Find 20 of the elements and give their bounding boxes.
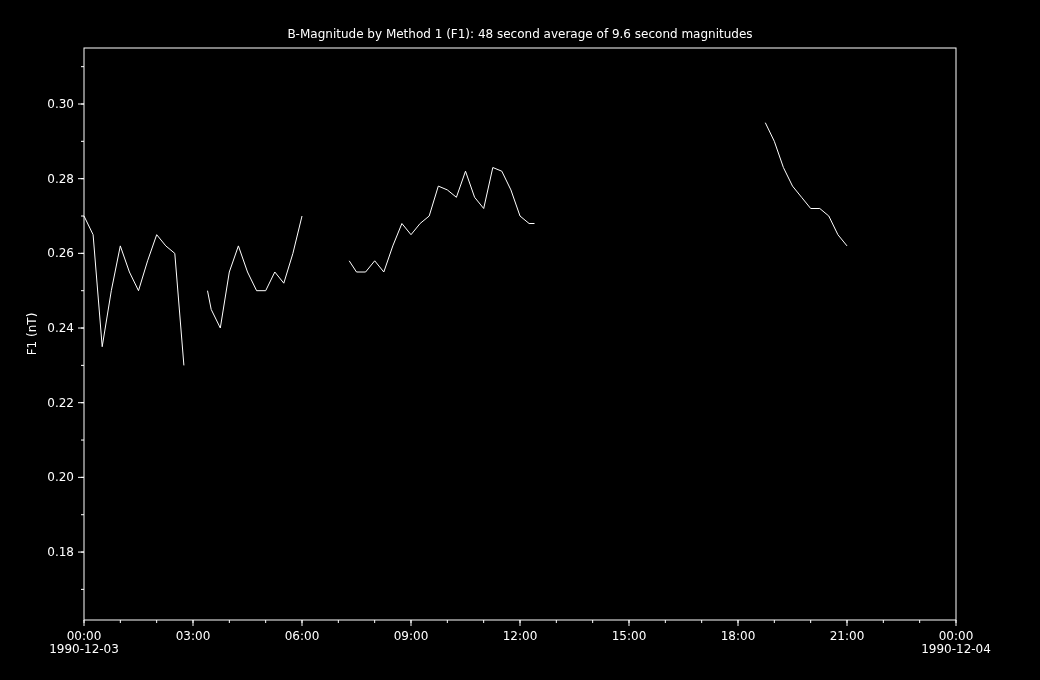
x-tick-label: 18:00 xyxy=(720,629,756,643)
y-tick-label: 0.24 xyxy=(47,321,74,336)
y-tick-label: 0.26 xyxy=(47,246,74,261)
date-label: 1990-12-03 xyxy=(49,642,119,656)
x-tick-label: 15:00 xyxy=(611,629,647,643)
y-tick-label: 0.30 xyxy=(47,97,74,111)
x-tick-label: 00:00 xyxy=(938,629,974,643)
x-tick-label: 03:00 xyxy=(175,629,211,643)
y-axis-label: F1 (nT) xyxy=(25,312,39,356)
y-tick-label: 0.20 xyxy=(47,470,74,485)
x-tick-label: 09:00 xyxy=(393,629,429,643)
x-tick-label: 21:00 xyxy=(829,629,865,643)
x-tick-label: 00:00 xyxy=(66,629,102,643)
chart-title: B-Magnitude by Method 1 (F1): 48 second average of 9.6 second magnitudes xyxy=(287,27,753,41)
x-tick-label: 12:00 xyxy=(502,629,538,643)
y-tick-label: 0.28 xyxy=(47,171,74,186)
y-tick-label: 0.22 xyxy=(47,395,74,410)
y-tick-label: 0.18 xyxy=(47,545,74,560)
x-tick-label: 06:00 xyxy=(284,629,320,643)
date-label: 1990-12-04 xyxy=(921,642,991,656)
